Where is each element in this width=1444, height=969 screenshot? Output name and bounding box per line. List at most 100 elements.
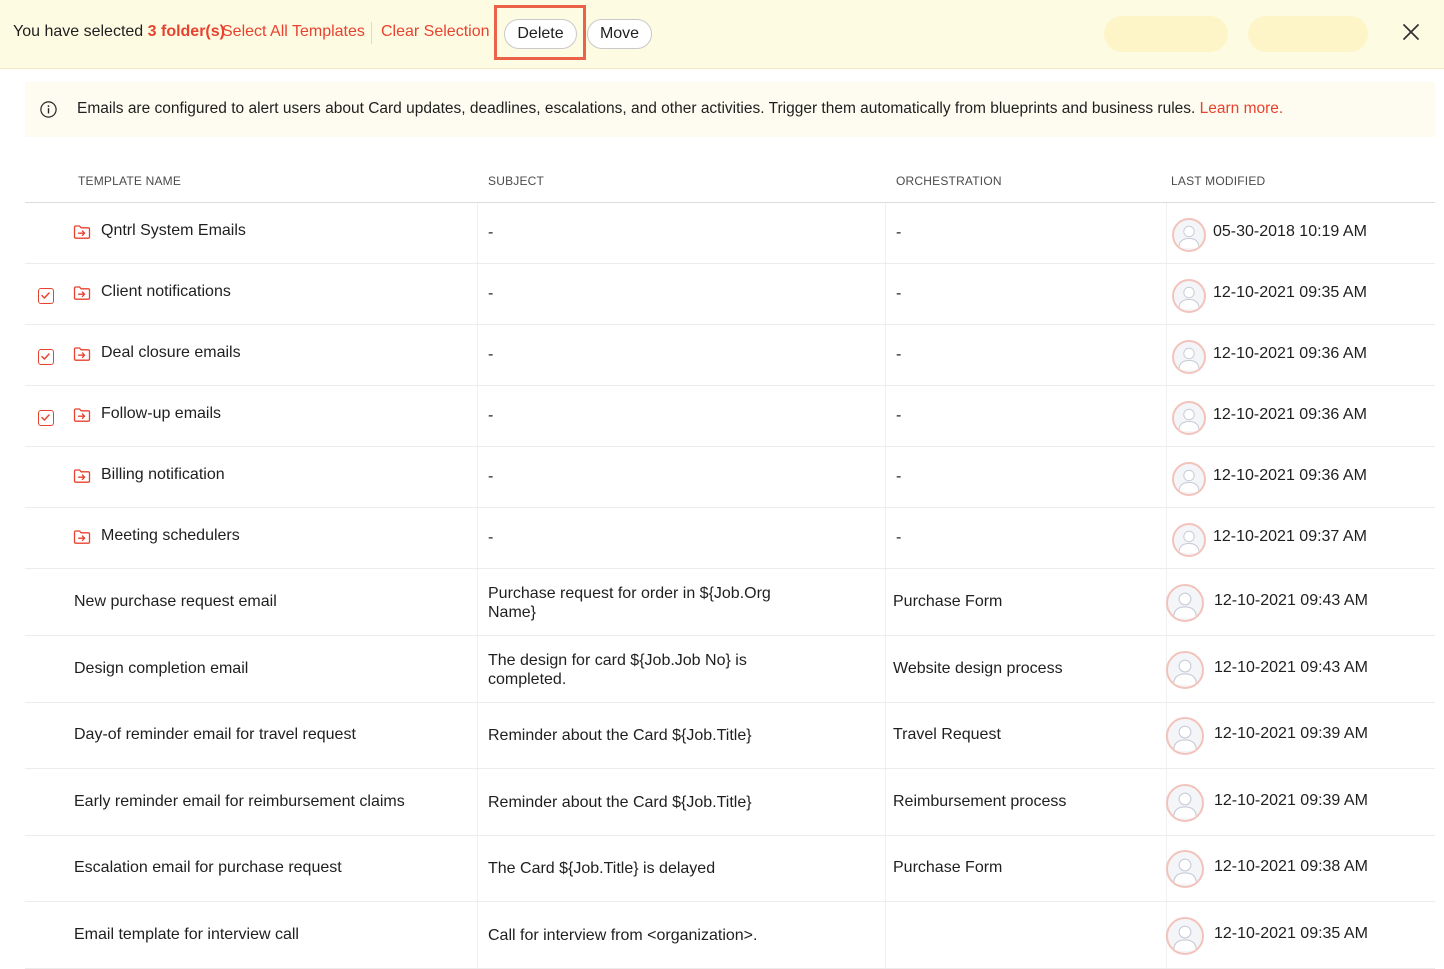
column-divider bbox=[885, 902, 886, 968]
subject-line: The design for card ${Job.Job No} is bbox=[488, 651, 747, 669]
avatar bbox=[1172, 522, 1206, 557]
subject-cell: The design for card ${Job.Job No} is comp… bbox=[488, 651, 778, 689]
template-name[interactable]: Design completion email bbox=[74, 660, 248, 678]
template-name[interactable]: Email template for interview call bbox=[74, 926, 299, 944]
avatar bbox=[1172, 400, 1206, 435]
clear-selection-link[interactable]: Clear Selection bbox=[381, 23, 490, 41]
avatar bbox=[1166, 716, 1204, 755]
column-divider bbox=[477, 702, 478, 768]
subject-cell: Purchase request for order in ${Job.Org N… bbox=[488, 584, 778, 622]
subject-cell: - bbox=[488, 467, 494, 485]
column-divider bbox=[885, 769, 886, 835]
subject-cell: Reminder about the Card ${Job.Title} bbox=[488, 726, 778, 745]
template-name[interactable]: Day-of reminder email for travel request bbox=[74, 726, 356, 744]
header-orchestration[interactable]: ORCHESTRATION bbox=[896, 174, 1002, 188]
column-divider bbox=[477, 386, 478, 446]
orchestration-cell[interactable]: Website design process bbox=[893, 660, 1063, 678]
folder-name[interactable]: Billing notification bbox=[101, 466, 225, 484]
row-checkbox[interactable] bbox=[38, 409, 54, 426]
orchestration-cell[interactable]: Reimbursement process bbox=[893, 793, 1066, 811]
folder-icon bbox=[73, 529, 91, 545]
column-divider bbox=[477, 902, 478, 968]
folder-icon bbox=[73, 346, 91, 362]
column-divider bbox=[477, 636, 478, 702]
column-divider bbox=[1166, 264, 1167, 324]
template-row[interactable]: New purchase request email Purchase reque… bbox=[25, 569, 1435, 636]
template-name[interactable]: Escalation email for purchase request bbox=[74, 859, 342, 877]
subject-cell: The Card ${Job.Title} is delayed bbox=[488, 859, 778, 878]
folder-name[interactable]: Follow-up emails bbox=[101, 405, 221, 423]
info-icon bbox=[39, 100, 58, 119]
header-last-modified[interactable]: LAST MODIFIED bbox=[1171, 174, 1265, 188]
folder-name[interactable]: Meeting schedulers bbox=[101, 527, 240, 545]
column-divider bbox=[1166, 203, 1167, 263]
selection-prefix: You have selected bbox=[13, 23, 144, 40]
last-modified-cell: 12-10-2021 09:43 AM bbox=[1214, 658, 1368, 676]
avatar bbox=[1172, 339, 1206, 374]
column-divider bbox=[885, 702, 886, 768]
orchestration-cell[interactable]: Travel Request bbox=[893, 726, 1001, 744]
info-banner: Emails are configured to alert users abo… bbox=[25, 82, 1435, 137]
last-modified-cell: 12-10-2021 09:43 AM bbox=[1214, 591, 1368, 609]
column-divider bbox=[477, 835, 478, 901]
folder-row[interactable]: Meeting schedulers - - 12-10-2021 09:37 AM bbox=[25, 508, 1435, 569]
column-divider bbox=[477, 447, 478, 507]
subject-line: The Card ${Job.Title} is delayed bbox=[488, 859, 716, 877]
column-divider bbox=[1166, 386, 1167, 446]
column-divider bbox=[885, 835, 886, 901]
subject-cell: - bbox=[488, 223, 494, 241]
close-icon[interactable] bbox=[1398, 19, 1424, 45]
folder-icon bbox=[73, 468, 91, 484]
last-modified-cell: 12-10-2021 09:35 AM bbox=[1213, 283, 1367, 301]
orchestration-cell: - bbox=[896, 345, 902, 363]
last-modified-cell: 12-10-2021 09:35 AM bbox=[1214, 924, 1368, 942]
folder-name[interactable]: Client notifications bbox=[101, 283, 231, 301]
last-modified-cell: 12-10-2021 09:36 AM bbox=[1213, 466, 1367, 484]
table-header: TEMPLATE NAME SUBJECT ORCHESTRATION LAST… bbox=[25, 158, 1435, 203]
delete-button-highlight bbox=[494, 5, 586, 60]
subject-line: Purchase request for order in ${Job.Org bbox=[488, 584, 771, 602]
header-template-name[interactable]: TEMPLATE NAME bbox=[78, 174, 181, 188]
learn-more-link[interactable]: Learn more. bbox=[1200, 100, 1284, 117]
avatar bbox=[1166, 650, 1204, 689]
column-divider bbox=[1166, 325, 1167, 385]
disabled-action-placeholder bbox=[1104, 16, 1228, 52]
subject-line: Reminder about the Card ${Job.Title} bbox=[488, 726, 752, 744]
folder-name[interactable]: Qntrl System Emails bbox=[101, 222, 246, 240]
select-all-templates-link[interactable]: Select All Templates bbox=[222, 23, 365, 41]
column-divider bbox=[885, 203, 886, 263]
template-row[interactable]: Escalation email for purchase request The… bbox=[25, 835, 1435, 902]
template-row[interactable]: Design completion email The design for ca… bbox=[25, 636, 1435, 703]
column-divider bbox=[477, 769, 478, 835]
orchestration-cell[interactable]: Purchase Form bbox=[893, 593, 1002, 611]
disabled-action-placeholder bbox=[1248, 16, 1368, 52]
orchestration-cell[interactable]: Purchase Form bbox=[893, 859, 1002, 877]
row-checkbox[interactable] bbox=[38, 348, 54, 365]
subject-cell: - bbox=[488, 345, 494, 363]
folder-row[interactable]: Client notifications - - 12-10-2021 09:35 A… bbox=[25, 264, 1435, 325]
template-row[interactable]: Early reminder email for reimbursement c… bbox=[25, 769, 1435, 836]
template-row[interactable]: Day-of reminder email for travel request… bbox=[25, 702, 1435, 769]
orchestration-cell: - bbox=[896, 406, 902, 424]
selection-summary: You have selected 3 folder(s) bbox=[13, 23, 225, 41]
avatar bbox=[1166, 849, 1204, 888]
subject-cell: Call for interview from <organization>. bbox=[488, 926, 778, 945]
move-button[interactable]: Move bbox=[587, 19, 652, 49]
folder-row[interactable]: Billing notification - - 12-10-2021 09:36 A… bbox=[25, 447, 1435, 508]
column-divider bbox=[477, 264, 478, 324]
orchestration-cell: - bbox=[896, 223, 902, 241]
folder-row[interactable]: Follow-up emails - - 12-10-2021 09:36 AM bbox=[25, 386, 1435, 447]
template-row[interactable]: Email template for interview call Call fo… bbox=[25, 902, 1435, 969]
template-name[interactable]: New purchase request email bbox=[74, 593, 277, 611]
avatar bbox=[1172, 278, 1206, 313]
folder-row[interactable]: Qntrl System Emails - - 05-30-2018 10:19 AM bbox=[25, 203, 1435, 264]
template-name[interactable]: Early reminder email for reimbursement c… bbox=[74, 793, 405, 811]
column-divider bbox=[885, 264, 886, 324]
folder-name[interactable]: Deal closure emails bbox=[101, 344, 241, 362]
last-modified-cell: 12-10-2021 09:37 AM bbox=[1213, 527, 1367, 545]
row-checkbox[interactable] bbox=[38, 287, 54, 304]
last-modified-cell: 12-10-2021 09:36 AM bbox=[1213, 405, 1367, 423]
orchestration-cell: - bbox=[896, 528, 902, 546]
folder-row[interactable]: Deal closure emails - - 12-10-2021 09:36 AM bbox=[25, 325, 1435, 386]
header-subject[interactable]: SUBJECT bbox=[488, 174, 544, 188]
